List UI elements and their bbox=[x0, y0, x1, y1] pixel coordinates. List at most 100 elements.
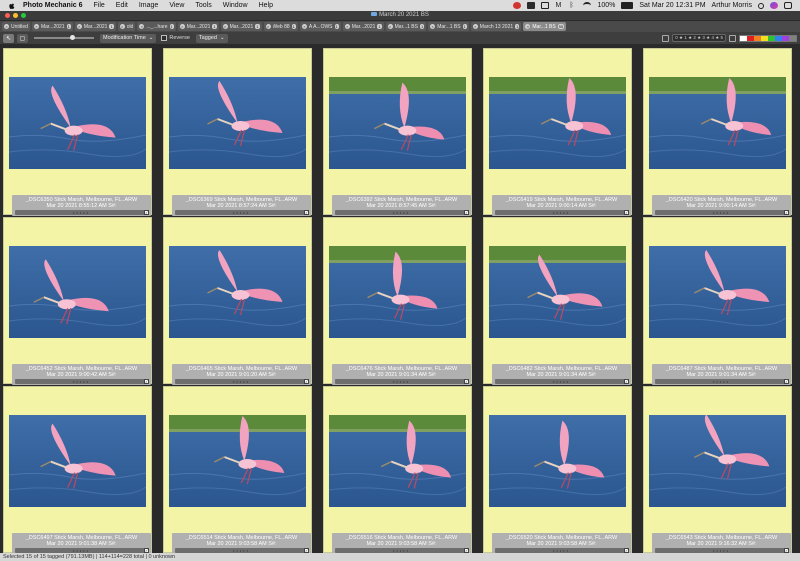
tag-checkbox[interactable]: ✓ bbox=[624, 379, 629, 384]
menu-tools[interactable]: Tools bbox=[195, 2, 211, 9]
thumbnail-image[interactable] bbox=[329, 77, 466, 169]
menu-view[interactable]: View bbox=[169, 2, 184, 9]
thumbnail-cell[interactable]: _DSC6482 Stick Marsh, Melbourne, FL..ARW… bbox=[483, 217, 632, 385]
close-tab-icon[interactable]: × bbox=[430, 24, 436, 29]
battery-icon[interactable] bbox=[621, 2, 634, 9]
thumbnail-cell[interactable]: _DSC6516 Stick Marsh, Melbourne, FL..ARW… bbox=[323, 386, 472, 554]
tab-13[interactable]: × Mar...1 BS 55 bbox=[523, 22, 567, 31]
apple-icon[interactable] bbox=[8, 2, 16, 10]
wifi-icon[interactable] bbox=[583, 2, 592, 9]
close-tab-icon[interactable]: × bbox=[139, 24, 145, 29]
thumbnail-cell[interactable]: _DSC6452 Stick Marsh, Melbourne, FL..ARW… bbox=[3, 217, 152, 385]
menu-image[interactable]: Image bbox=[139, 2, 158, 9]
thumbnail-cell[interactable]: _DSC6514 Stick Marsh, Melbourne, FL..ARW… bbox=[163, 386, 312, 554]
thumbnail-image[interactable] bbox=[169, 246, 306, 338]
thumbnail-image[interactable] bbox=[489, 77, 626, 169]
tab-10[interactable]: × Mar...1 BS 1 bbox=[385, 22, 427, 31]
star-rating[interactable]: ••••• bbox=[12, 210, 151, 215]
clipboard-icon[interactable] bbox=[541, 2, 550, 9]
thumbnail-cell[interactable]: _DSC6420 Stick Marsh, Melbourne, FL..ARW… bbox=[643, 48, 792, 216]
thumbnail-image[interactable] bbox=[649, 77, 786, 169]
thumbnail-size-slider[interactable] bbox=[34, 35, 94, 40]
thumbnail-cell[interactable]: _DSC6350 Stick Marsh, Melbourne, FL..ARW… bbox=[3, 48, 152, 216]
tab-8[interactable]: × A A...OWS 1 bbox=[299, 22, 341, 31]
close-tab-icon[interactable]: × bbox=[119, 24, 125, 29]
menu-help[interactable]: Help bbox=[259, 2, 273, 9]
tab-3[interactable]: × old bbox=[117, 22, 136, 31]
star-rating[interactable]: ••••• bbox=[332, 210, 471, 215]
close-tab-icon[interactable]: × bbox=[4, 24, 9, 29]
color-swatch-2[interactable] bbox=[754, 35, 761, 41]
color-swatch-6[interactable] bbox=[782, 35, 789, 41]
tab-6[interactable]: × Mar...2021 1 bbox=[220, 22, 262, 31]
tab-2[interactable]: × Mar...2021 1 bbox=[74, 22, 116, 31]
tag-checkbox[interactable]: ✓ bbox=[784, 379, 789, 384]
user-name[interactable]: Arthur Morris bbox=[712, 2, 752, 9]
gmail-icon[interactable]: M bbox=[555, 2, 563, 9]
thumbnail-image[interactable] bbox=[489, 246, 626, 338]
tag-checkbox[interactable]: ✓ bbox=[784, 210, 789, 215]
color-swatch-4[interactable] bbox=[768, 35, 775, 41]
star-rating[interactable]: ••••• bbox=[172, 379, 311, 384]
thumbnail-cell[interactable]: _DSC6487 Stick Marsh, Melbourne, FL..ARW… bbox=[643, 217, 792, 385]
thumbnail-cell[interactable]: _DSC6497 Stick Marsh, Melbourne, FL..ARW… bbox=[3, 386, 152, 554]
close-tab-icon[interactable]: × bbox=[387, 24, 393, 29]
thumbnail-image[interactable] bbox=[9, 77, 146, 169]
menu-file[interactable]: File bbox=[94, 2, 105, 9]
reverse-checkbox[interactable] bbox=[161, 35, 168, 41]
tab-4[interactable]: × ..._...hare 1 bbox=[137, 22, 176, 31]
filter-select[interactable]: Tagged ⌄ bbox=[195, 33, 228, 43]
thumbnail-image[interactable] bbox=[9, 415, 146, 507]
thumbnail-image[interactable] bbox=[649, 246, 786, 338]
dropbox-icon[interactable] bbox=[527, 2, 536, 9]
color-swatch-3[interactable] bbox=[761, 35, 768, 41]
star-rating[interactable]: ••••• bbox=[652, 210, 791, 215]
close-tab-icon[interactable]: × bbox=[222, 24, 228, 29]
star-rating[interactable]: ••••• bbox=[652, 379, 791, 384]
tag-checkbox[interactable]: ✓ bbox=[464, 379, 469, 384]
thumbnail-image[interactable] bbox=[649, 415, 786, 507]
slider-knob[interactable] bbox=[70, 35, 75, 40]
thumbnail-image[interactable] bbox=[329, 415, 466, 507]
tag-checkbox[interactable]: ✓ bbox=[144, 379, 149, 384]
menu-window[interactable]: Window bbox=[223, 2, 248, 9]
color-swatch-0[interactable] bbox=[740, 35, 747, 41]
thumbnail-image[interactable] bbox=[489, 415, 626, 507]
tab-0[interactable]: × Untitled bbox=[2, 22, 30, 31]
tab-1[interactable]: × Mar...2021 1 bbox=[31, 22, 73, 31]
color-class-filter[interactable] bbox=[739, 34, 797, 42]
thumbnail-image[interactable] bbox=[169, 415, 306, 507]
star-rating[interactable]: ••••• bbox=[172, 210, 311, 215]
close-tab-icon[interactable]: × bbox=[344, 24, 350, 29]
clock[interactable]: Sat Mar 20 12:31 PM bbox=[639, 2, 705, 9]
star-rating[interactable]: ••••• bbox=[12, 379, 151, 384]
pointer-tool-button[interactable]: ↖ bbox=[3, 33, 14, 43]
close-tab-icon[interactable]: × bbox=[301, 24, 307, 29]
star-rating-filter[interactable]: 0 ★ 1 ★ 2 ★ 3 ★ 4 ★ 5 bbox=[672, 34, 726, 42]
tab-11[interactable]: × Mar...1 BS 1 bbox=[428, 22, 469, 31]
tag-checkbox[interactable]: ✓ bbox=[624, 210, 629, 215]
thumbnail-cell[interactable]: _DSC6419 Stick Marsh, Melbourne, FL..ARW… bbox=[483, 48, 632, 216]
color-filter-icon[interactable] bbox=[729, 34, 736, 42]
color-swatch-1[interactable] bbox=[747, 35, 754, 41]
edit-filter-icon[interactable] bbox=[662, 34, 670, 42]
close-tab-icon[interactable]: × bbox=[525, 24, 531, 29]
thumbnail-cell[interactable]: _DSC6392 Stick Marsh, Melbourne, FL..ARW… bbox=[323, 48, 472, 216]
color-swatch-7[interactable] bbox=[789, 35, 796, 41]
star-rating[interactable]: ••••• bbox=[332, 379, 471, 384]
crop-tool-button[interactable]: ▢ bbox=[17, 33, 28, 43]
thumbnail-cell[interactable]: _DSC6520 Stick Marsh, Melbourne, FL..ARW… bbox=[483, 386, 632, 554]
tag-checkbox[interactable]: ✓ bbox=[304, 210, 309, 215]
tag-checkbox[interactable]: ✓ bbox=[464, 210, 469, 215]
tab-7[interactable]: × Web 88 1 bbox=[263, 22, 298, 31]
sort-order-select[interactable]: Modification Time ⌄ bbox=[100, 33, 157, 43]
thumbnail-cell[interactable]: _DSC6465 Stick Marsh, Melbourne, FL..ARW… bbox=[163, 217, 312, 385]
menu-app-name[interactable]: Photo Mechanic 6 bbox=[23, 2, 83, 9]
bluetooth-icon[interactable]: ᛒ bbox=[569, 2, 577, 9]
close-tab-icon[interactable]: × bbox=[265, 24, 271, 29]
close-tab-icon[interactable]: × bbox=[33, 24, 39, 29]
color-swatch-5[interactable] bbox=[775, 35, 782, 41]
star-rating[interactable]: ••••• bbox=[492, 210, 631, 215]
siri-icon[interactable] bbox=[770, 2, 778, 9]
search-icon[interactable] bbox=[758, 2, 764, 9]
